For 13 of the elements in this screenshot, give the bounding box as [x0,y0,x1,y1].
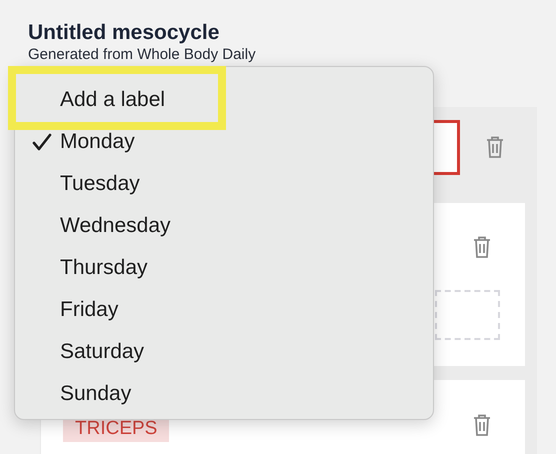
page-subtitle: Generated from Whole Body Daily [28,46,256,63]
menu-item[interactable]: Friday [60,294,118,326]
menu-item[interactable]: Saturday [60,336,144,368]
trash-icon[interactable] [472,235,492,259]
menu-item[interactable]: Tuesday [60,168,140,200]
menu-item[interactable]: Add a label [60,84,166,116]
menu-item[interactable]: Sunday [60,378,132,410]
menu-item[interactable]: Wednesday [60,210,171,242]
trash-icon[interactable] [472,413,492,437]
menu-item[interactable]: Monday [60,126,135,158]
page-title: Untitled mesocycle [28,20,220,46]
menu-item[interactable]: Thursday [60,252,148,284]
trash-icon[interactable] [485,135,505,159]
